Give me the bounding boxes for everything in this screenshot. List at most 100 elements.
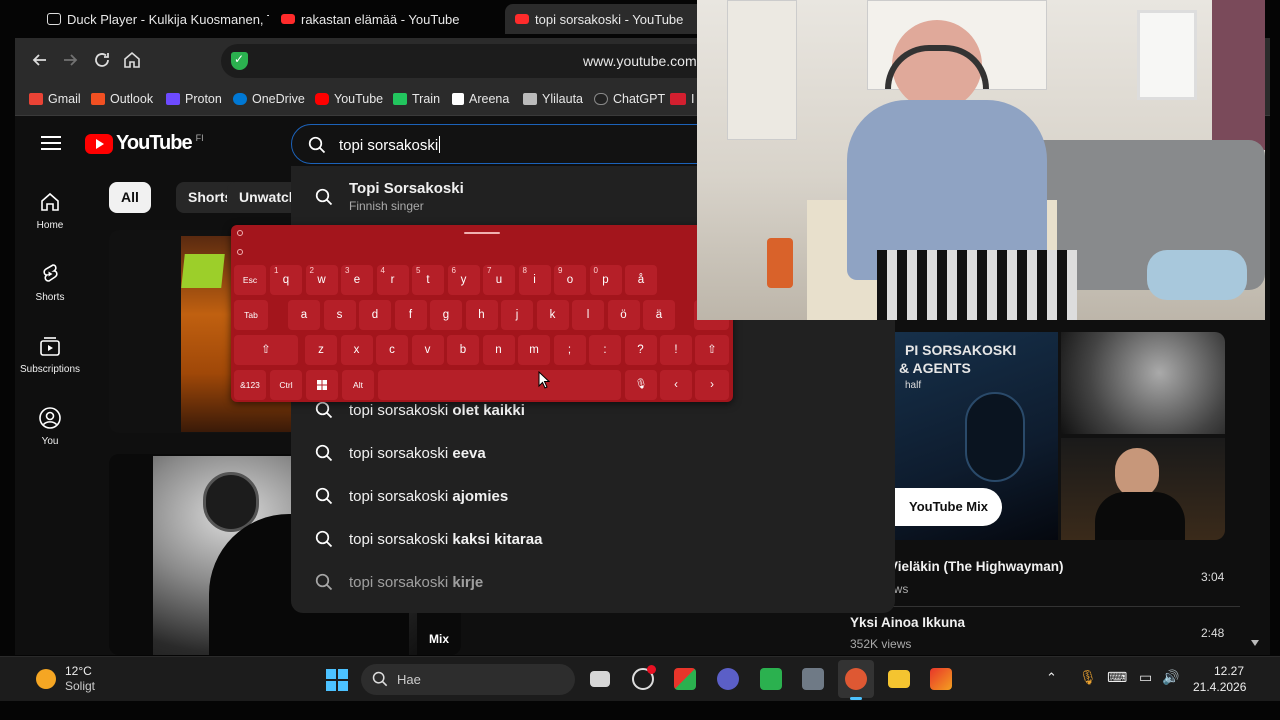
bookmark-areena[interactable]: Areena	[452, 92, 509, 106]
suggestion-item[interactable]: topi sorsakoski ajomies	[315, 487, 508, 505]
suggestion-item[interactable]: topi sorsakoski kaksi kitaraa	[315, 530, 542, 548]
key-8[interactable]: :	[589, 335, 621, 365]
bookmark-train[interactable]: Train	[393, 92, 440, 106]
key-å[interactable]: å	[625, 265, 657, 295]
calculator-icon[interactable]	[802, 668, 824, 690]
microphone-icon[interactable]: 🎙	[1079, 669, 1097, 686]
key-tab[interactable]: Tab	[234, 300, 268, 330]
back-button[interactable]	[29, 50, 51, 72]
search-input[interactable]: topi sorsakoski	[291, 124, 731, 164]
key-0[interactable]: z	[305, 335, 337, 365]
key-3[interactable]: v	[411, 335, 444, 365]
key-f[interactable]: f	[394, 300, 427, 330]
bookmark-proton[interactable]: Proton	[166, 92, 222, 106]
bookmark-onedrive[interactable]: OneDrive	[233, 92, 305, 106]
menu-icon[interactable]	[41, 136, 61, 150]
key-shift-right[interactable]: ⇧	[695, 335, 729, 365]
key-l[interactable]: l	[572, 300, 604, 330]
key-esc[interactable]: Esc	[234, 265, 266, 295]
key-a[interactable]: a	[288, 300, 320, 330]
key-5[interactable]: n	[482, 335, 515, 365]
key-y[interactable]: y6	[447, 265, 480, 295]
key-o[interactable]: o9	[554, 265, 586, 295]
key-windows[interactable]	[306, 370, 338, 400]
key-j[interactable]: j	[501, 300, 533, 330]
chip-unwatched[interactable]: Unwatch	[227, 182, 297, 213]
tab-rakastan-elamaa[interactable]: rakastan elämää - YouTube	[271, 4, 503, 34]
keyboard-drag-handle[interactable]	[464, 232, 500, 234]
video-title[interactable]: Yksi Ainoa Ikkuna	[850, 615, 965, 630]
key-symbols[interactable]: &123	[234, 370, 266, 400]
key-right-arrow[interactable]: ›	[695, 370, 729, 400]
suggestion-entity[interactable]: Topi Sorsakoski Finnish singer	[315, 180, 464, 213]
keyboard-icon[interactable]: ⌨	[1107, 669, 1127, 686]
youtube-logo[interactable]: YouTube FI	[85, 132, 204, 155]
key-r[interactable]: r4	[376, 265, 409, 295]
key-e[interactable]: e3	[341, 265, 373, 295]
key-i[interactable]: i8	[518, 265, 551, 295]
microphone-icon[interactable]: 🎙	[625, 370, 657, 400]
suggestion-item[interactable]: topi sorsakoski kirje	[315, 573, 483, 591]
app-icon-green[interactable]	[760, 668, 782, 690]
bookmark-outlook[interactable]: Outlook	[91, 92, 153, 106]
home-button[interactable]	[121, 50, 143, 72]
key-left-arrow[interactable]: ‹	[660, 370, 692, 400]
key-q[interactable]: q1	[270, 265, 302, 295]
key-k[interactable]: k	[536, 300, 569, 330]
key-d[interactable]: d	[359, 300, 391, 330]
sidebar-item-subscriptions[interactable]: Subscriptions	[15, 334, 85, 375]
bookmark-gmail[interactable]: Gmail	[29, 92, 81, 106]
key-9[interactable]: ?	[624, 335, 657, 365]
key-2[interactable]: c	[376, 335, 408, 365]
key-t[interactable]: t5	[412, 265, 444, 295]
key-10[interactable]: !	[660, 335, 692, 365]
clock-date[interactable]: 21.4.2026	[1193, 680, 1246, 694]
bookmark-youtube[interactable]: YouTube	[315, 92, 383, 106]
clock-time[interactable]: 12.27	[1214, 664, 1244, 678]
youtube-mix-thumbnail[interactable]: PI SORSAKOSKI & AGENTS half YouTube Mix	[895, 332, 1225, 540]
forward-button[interactable]	[59, 50, 81, 72]
bookmark-chatgpt[interactable]: ChatGPT	[594, 92, 665, 106]
key-u[interactable]: u7	[483, 265, 515, 295]
key-g[interactable]: g	[430, 300, 462, 330]
key-ä[interactable]: ä	[643, 300, 675, 330]
video-title[interactable]: n Vieläkin (The Highwayman)	[877, 559, 1064, 574]
start-button[interactable]	[325, 668, 349, 692]
key-ctrl[interactable]: Ctrl	[270, 370, 302, 400]
reload-button[interactable]	[91, 50, 113, 72]
task-view-icon[interactable]	[590, 671, 610, 687]
tab-duck-player[interactable]: Duck Player - Kulkija Kuosmanen, T	[37, 4, 269, 34]
volume-icon[interactable]: 🔊	[1162, 669, 1179, 686]
app-icon-red[interactable]	[930, 668, 952, 690]
scroll-down-arrow-icon[interactable]	[1251, 640, 1259, 646]
key-7[interactable]: ;	[553, 335, 586, 365]
app-icon-purple[interactable]	[717, 668, 739, 690]
tab-topi-sorsakoski[interactable]: topi sorsakoski - YouTube	[505, 4, 705, 34]
keyboard-settings-icon[interactable]	[237, 230, 243, 236]
duckduckgo-browser-icon[interactable]	[845, 668, 867, 690]
sidebar-item-home[interactable]: Home	[15, 190, 85, 231]
key-shift-left[interactable]: ⇧	[234, 335, 298, 365]
sidebar-item-you[interactable]: You	[15, 406, 85, 447]
key-alt[interactable]: Alt	[342, 370, 374, 400]
file-explorer-icon[interactable]	[888, 670, 910, 688]
suggestion-item[interactable]: topi sorsakoski olet kaikki	[315, 401, 525, 419]
taskbar-search[interactable]: Hae	[361, 664, 575, 695]
key-4[interactable]: b	[447, 335, 479, 365]
sidebar-item-shorts[interactable]: Shorts	[15, 262, 85, 303]
key-1[interactable]: x	[340, 335, 373, 365]
key-6[interactable]: m	[518, 335, 550, 365]
keyboard-emoji-icon[interactable]	[237, 249, 243, 255]
suggestion-item[interactable]: topi sorsakoski eeva	[315, 444, 486, 462]
app-icon-mixed[interactable]	[674, 668, 696, 690]
key-s[interactable]: s	[323, 300, 356, 330]
key-p[interactable]: p0	[589, 265, 622, 295]
chip-all[interactable]: All	[109, 182, 151, 213]
network-icon[interactable]: ▭	[1139, 669, 1152, 686]
bookmark-ylilauta[interactable]: Ylilauta	[523, 92, 583, 106]
key-ö[interactable]: ö	[607, 300, 640, 330]
chevron-up-icon[interactable]: ⌃	[1046, 670, 1057, 686]
key-h[interactable]: h	[465, 300, 498, 330]
bookmark-is[interactable]: I	[670, 92, 694, 106]
key-space[interactable]	[378, 370, 621, 400]
